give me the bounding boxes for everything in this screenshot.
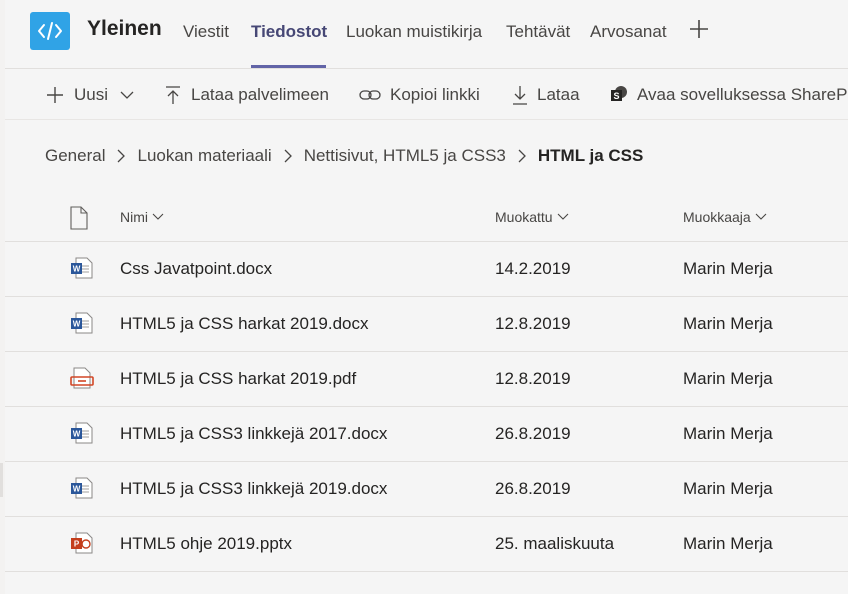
column-modified-label: Muokattu [495,209,553,225]
active-tab-indicator [251,65,326,68]
file-modified: 14.2.2019 [495,259,571,278]
table-row[interactable]: W HTML5 ja CSS3 linkkejä 2019.docx 26.8.… [5,462,848,517]
breadcrumb-current: HTML ja CSS [537,146,644,165]
column-name-label: Nimi [120,209,148,225]
breadcrumb-general[interactable]: General [45,146,105,166]
upload-button[interactable]: Lataa palvelimeen [164,84,329,106]
open-in-sharepoint-button[interactable]: S Avaa sovelluksessa SharePo [610,84,848,106]
file-modified-by: Marin Merja [683,314,773,333]
file-name[interactable]: HTML5 ja CSS harkat 2019.docx [120,314,369,334]
download-button[interactable]: Lataa [512,84,580,106]
tab-tehtavat[interactable]: Tehtävät [506,22,570,42]
tab-arvosanat[interactable]: Arvosanat [590,22,667,42]
word-icon: W [70,476,94,500]
file-modified: 12.8.2019 [495,369,571,388]
file-name[interactable]: Css Javatpoint.docx [120,259,272,279]
file-type-column-icon[interactable] [69,206,89,235]
file-modified-by: Marin Merja [683,424,773,443]
svg-text:W: W [73,430,81,439]
tab-tiedostot[interactable]: Tiedostot [251,22,327,42]
chevron-right-icon [517,149,527,163]
file-modified-by: Marin Merja [683,479,773,498]
breadcrumb-nettisivut[interactable]: Nettisivut, HTML5 ja CSS3 [304,146,506,166]
download-icon [513,86,527,105]
svg-text:S: S [613,91,619,101]
code-app-icon [30,12,70,50]
file-modified-by: Marin Merja [683,369,773,388]
file-modified-by: Marin Merja [683,534,773,553]
file-name[interactable]: HTML5 ja CSS3 linkkejä 2017.docx [120,424,387,444]
word-icon: W [70,421,94,445]
file-name[interactable]: HTML5 ja CSS harkat 2019.pdf [120,369,356,389]
file-modified-by: Marin Merja [683,259,773,278]
chevron-down-icon [152,213,164,220]
plus-icon [47,87,63,103]
word-icon: W [70,311,94,335]
new-button[interactable]: Uusi [45,84,143,106]
command-bar: Uusi Lataa palvelimeen Kopioi linkki Lat… [5,69,848,120]
column-header-modified[interactable]: Muokattu [495,209,569,225]
file-name[interactable]: HTML5 ja CSS3 linkkejä 2019.docx [120,479,387,499]
channel-title: Yleinen [87,17,162,40]
chevron-down-icon [755,213,767,220]
sharepoint-icon: S [611,86,627,101]
breadcrumb: General Luokan materiaali Nettisivut, HT… [45,145,643,167]
upload-label: Lataa palvelimeen [191,85,329,104]
link-icon [359,90,381,100]
table-row[interactable]: W HTML5 ja CSS3 linkkejä 2017.docx 26.8.… [5,407,848,462]
channel-header: Yleinen Viestit Tiedostot Luokan muistik… [5,0,848,69]
download-label: Lataa [537,85,580,104]
breadcrumb-luokan-materiaali[interactable]: Luokan materiaali [137,146,271,166]
table-row[interactable]: W HTML5 ja CSS harkat 2019.docx 12.8.201… [5,297,848,352]
files-page: Yleinen Viestit Tiedostot Luokan muistik… [5,0,848,594]
column-header-modified-by[interactable]: Muokkaaja [683,209,767,225]
file-list: W Css Javatpoint.docx 14.2.2019 Marin Me… [5,242,848,572]
column-header-name[interactable]: Nimi [120,209,164,225]
copy-link-button[interactable]: Kopioi linkki [359,84,480,106]
word-icon: W [70,256,94,280]
new-label: Uusi [74,85,109,104]
table-row[interactable]: P HTML5 ohje 2019.pptx 25. maaliskuuta M… [5,517,848,572]
svg-text:W: W [73,320,81,329]
tab-viestit[interactable]: Viestit [183,22,229,42]
powerpoint-icon: P [70,531,94,555]
table-row[interactable]: HTML5 ja CSS harkat 2019.pdf 12.8.2019 M… [5,352,848,407]
chevron-right-icon [283,149,293,163]
column-modified-by-label: Muokkaaja [683,209,751,225]
svg-text:P: P [74,540,80,549]
copy-link-label: Kopioi linkki [390,85,480,104]
open-in-sharepoint-label: Avaa sovelluksessa SharePo [637,85,848,104]
upload-icon [166,86,180,104]
chevron-down-icon [557,213,568,220]
pdf-icon [70,366,94,390]
svg-text:W: W [73,265,81,274]
file-modified: 26.8.2019 [495,479,571,498]
file-table-header: Nimi Muokattu Muokkaaja [5,196,848,242]
chevron-down-icon [120,91,134,99]
scroll-marker [0,463,3,497]
file-name[interactable]: HTML5 ohje 2019.pptx [120,534,292,554]
add-tab-plus-icon[interactable] [688,18,710,40]
file-modified: 12.8.2019 [495,314,571,333]
table-row[interactable]: W Css Javatpoint.docx 14.2.2019 Marin Me… [5,242,848,297]
chevron-right-icon [116,149,126,163]
tab-luokan-muistikirja[interactable]: Luokan muistikirja [346,22,482,42]
file-modified: 25. maaliskuuta [495,534,615,553]
svg-text:W: W [73,485,81,494]
file-modified: 26.8.2019 [495,424,571,443]
